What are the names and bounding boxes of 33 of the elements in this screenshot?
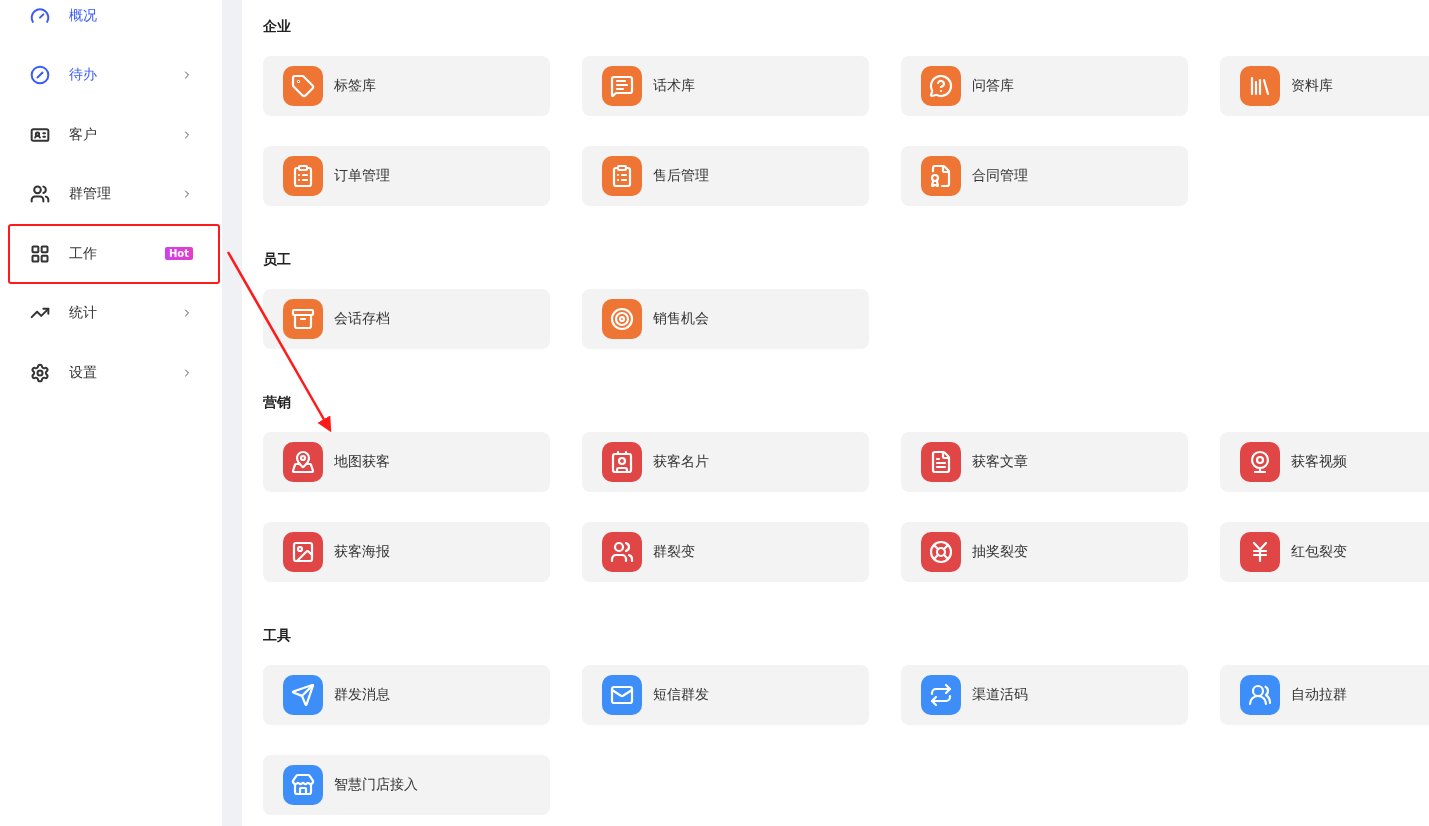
app-card[interactable]: 获客海报	[263, 522, 550, 582]
app-card[interactable]: 自动拉群	[1220, 665, 1429, 725]
app-card[interactable]: 红包裂变	[1220, 522, 1429, 582]
app-card[interactable]: 抽奖裂变	[901, 522, 1188, 582]
app-card[interactable]: 话术库	[582, 56, 869, 116]
app-card[interactable]: 获客文章	[901, 432, 1188, 492]
settings-icon	[30, 362, 50, 383]
app-card[interactable]: 订单管理	[263, 146, 550, 206]
app-card[interactable]: 问答库	[901, 56, 1188, 116]
app-card[interactable]: 渠道活码	[901, 665, 1188, 725]
app-card[interactable]: 售后管理	[582, 146, 869, 206]
app-card[interactable]: 获客名片	[582, 432, 869, 492]
app-card[interactable]: 标签库	[263, 56, 550, 116]
app-card[interactable]: 智慧门店接入	[263, 755, 550, 815]
app-card[interactable]: 获客视频	[1220, 432, 1429, 492]
app-card[interactable]: 短信群发	[582, 665, 869, 725]
people-icon	[30, 184, 50, 205]
app-card[interactable]: 资料库	[1220, 56, 1429, 116]
circle-icon	[30, 65, 50, 86]
hot-badge: Hot	[164, 247, 193, 261]
app-card[interactable]: 合同管理	[901, 146, 1188, 206]
section-heading: 企业	[263, 17, 292, 36]
gauge-icon	[30, 5, 50, 26]
app-card[interactable]: 群裂变	[582, 522, 869, 582]
section-heading: 员工	[263, 250, 292, 269]
app-card[interactable]: 地图获客	[263, 432, 550, 492]
app-card[interactable]: 群发消息	[263, 665, 550, 725]
section-heading: 工具	[263, 626, 292, 645]
section-heading: 营销	[263, 393, 292, 412]
app-card[interactable]: 会话存档	[263, 289, 550, 349]
nav-item[interactable]: 工作 Hot	[8, 224, 220, 284]
grid-icon	[30, 243, 50, 264]
app-card[interactable]: 销售机会	[582, 289, 869, 349]
